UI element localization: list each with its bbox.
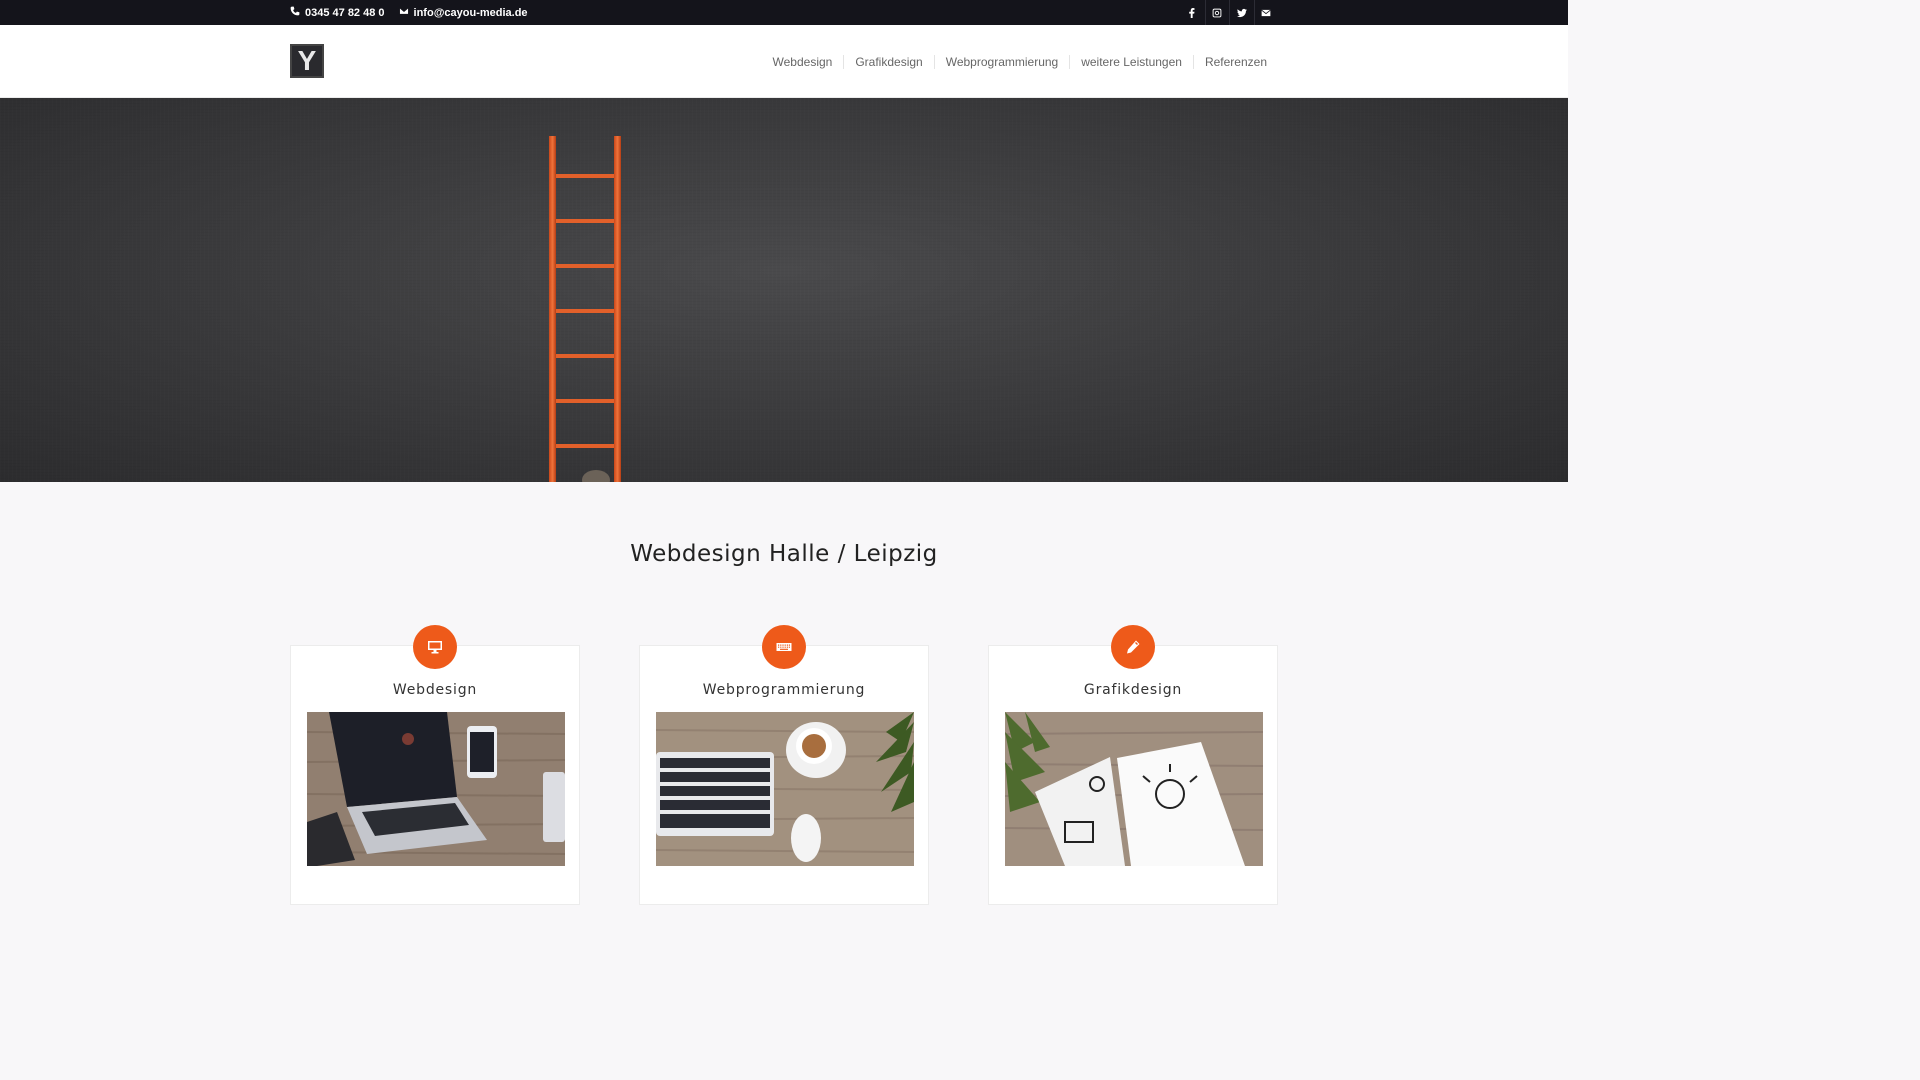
facebook-icon (1187, 3, 1197, 22)
laptop-workspace-image (307, 712, 565, 866)
service-card-title: Grafikdesign (1083, 682, 1183, 698)
nav-item-webdesign[interactable]: Webdesign (762, 55, 844, 69)
nav-item-weitere-leistungen[interactable]: weitere Leistungen (1069, 54, 1193, 69)
facebook-link[interactable] (1180, 0, 1205, 25)
email-link[interactable]: info@cayou-media.de (398, 6, 528, 19)
nav-item-grafikdesign[interactable]: Grafikdesign (843, 54, 933, 69)
services-section: Webdesign Webprogrammierung Grafikdesign (0, 625, 1568, 925)
idea-sketchbook-image (1005, 712, 1263, 866)
phone-icon (290, 6, 300, 19)
instagram-icon (1212, 3, 1222, 22)
phone-number: 0345 47 82 48 0 (305, 6, 385, 19)
keyboard-icon (762, 625, 806, 669)
twitter-link[interactable] (1229, 0, 1254, 25)
instagram-link[interactable] (1204, 0, 1230, 25)
service-card-webprogrammierung[interactable]: Webprogrammierung (639, 625, 929, 905)
email-address: info@cayou-media.de (413, 6, 528, 19)
nav-item-referenzen[interactable]: Referenzen (1192, 54, 1278, 69)
monitor-icon (413, 625, 457, 669)
mail-icon (1261, 3, 1271, 22)
service-card-webdesign[interactable]: Webdesign (290, 625, 580, 905)
service-card-title: Webdesign (392, 682, 478, 698)
chalkboard-texture (0, 98, 1568, 482)
page-title: Webdesign Halle / Leipzig (630, 541, 938, 567)
mail-link[interactable] (1253, 0, 1279, 25)
logo-letter: Y (297, 45, 317, 76)
ladder-illustration (549, 136, 621, 482)
phone-link[interactable]: 0345 47 82 48 0 (290, 6, 385, 19)
hero-banner (0, 98, 1568, 482)
twitter-icon (1236, 3, 1247, 22)
nav-item-webprogrammierung[interactable]: Webprogrammierung (933, 54, 1070, 69)
site-header: Y Webdesign Grafikdesign Webprogrammieru… (0, 25, 1568, 98)
contact-info: 0345 47 82 48 0 info@cayou-media.de (290, 0, 528, 25)
top-bar: 0345 47 82 48 0 info@cayou-media.de (0, 0, 1568, 25)
intro-section: Webdesign Halle / Leipzig (0, 482, 1568, 625)
site-logo[interactable]: Y (290, 44, 324, 78)
envelope-icon (398, 6, 409, 19)
social-links (1180, 0, 1278, 25)
keyboard-coffee-image (656, 712, 914, 866)
service-card-title: Webprogrammierung (702, 682, 866, 698)
pencil-icon (1111, 625, 1155, 669)
service-card-grafikdesign[interactable]: Grafikdesign (988, 625, 1278, 905)
main-navigation: Webdesign Grafikdesign Webprogrammierung… (762, 25, 1278, 98)
